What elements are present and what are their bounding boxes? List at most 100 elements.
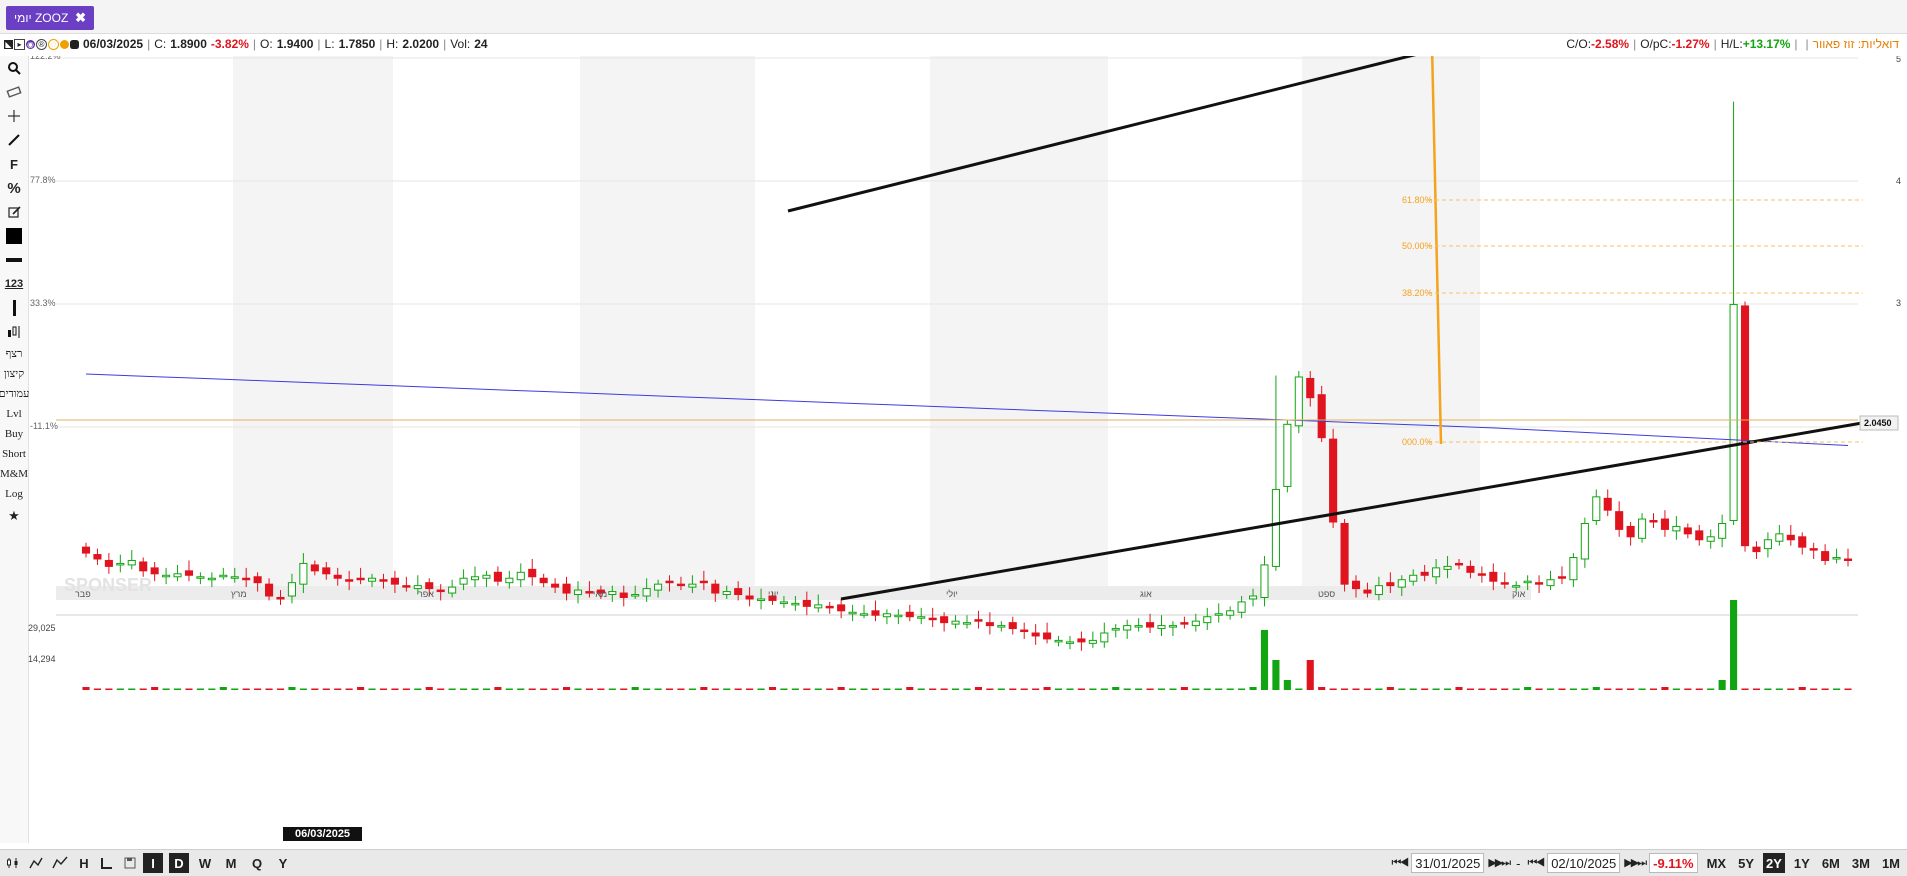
- candle-body: [1180, 622, 1189, 625]
- range-button-3m[interactable]: 3M: [1849, 853, 1873, 873]
- alert-icon[interactable]: ◌: [48, 38, 59, 50]
- bracket-button[interactable]: [97, 853, 117, 873]
- volume-bar: [494, 687, 502, 690]
- close-icon[interactable]: ✖: [75, 10, 86, 26]
- toolbar-text-button[interactable]: Log: [1, 484, 27, 504]
- vertical-line-icon[interactable]: [1, 296, 27, 320]
- search-icon[interactable]: [1, 56, 27, 80]
- chart-style-icon[interactable]: ◣: [4, 39, 13, 49]
- month-label: ספט: [1318, 589, 1335, 599]
- volume-bar: [196, 688, 204, 690]
- save-icon[interactable]: [120, 853, 140, 873]
- first-page-icon[interactable]: ⏮◀: [1392, 857, 1410, 870]
- line-chart-button[interactable]: [26, 853, 46, 873]
- line-icon[interactable]: [1, 128, 27, 152]
- candle-body: [837, 604, 846, 612]
- volume-bar: [917, 688, 925, 690]
- candle-body: [1226, 610, 1235, 616]
- period-button-w[interactable]: W: [195, 853, 215, 873]
- period-button-m[interactable]: M: [221, 853, 241, 873]
- candle-body: [448, 586, 457, 594]
- compare-icon[interactable]: ▸: [14, 38, 25, 50]
- candle-body: [1317, 394, 1326, 439]
- comment-icon[interactable]: [70, 39, 79, 49]
- toolbar-text-button[interactable]: עמודים: [0, 384, 29, 404]
- candles-icon[interactable]: [1, 320, 27, 344]
- volume-bar: [1180, 687, 1188, 690]
- volume-bar: [1421, 688, 1429, 690]
- candle-body: [1351, 580, 1361, 590]
- period-button-d[interactable]: D: [169, 853, 189, 873]
- period-button-q[interactable]: Q: [247, 853, 267, 873]
- volume-bar: [1512, 688, 1520, 690]
- toolbar-text-button[interactable]: רצף: [1, 344, 27, 364]
- indicator-icon[interactable]: ◉: [26, 39, 35, 49]
- opc-label: O/pC:: [1640, 37, 1672, 51]
- range-button-mx[interactable]: MX: [1704, 853, 1730, 873]
- price-chart-area[interactable]: 122.2% 77.8% 33.3% -11.1% 5 4 3 פבר מרץ אפר מאי יונ…: [28, 42, 1907, 843]
- color-swatch-icon[interactable]: [1, 224, 27, 248]
- hlc-button[interactable]: H: [74, 853, 94, 873]
- candle-body: [93, 554, 102, 560]
- volume-bar: [1260, 630, 1269, 690]
- numbers-icon[interactable]: 123: [1, 272, 27, 296]
- candle-body: [139, 561, 148, 572]
- area-chart-button[interactable]: [49, 853, 71, 873]
- volume-bar: [643, 688, 651, 690]
- month-label: אוג: [1140, 589, 1152, 599]
- volume-bar: [540, 688, 548, 690]
- month-label: מאי: [593, 589, 607, 599]
- start-date-field[interactable]: 31/01/2025: [1411, 853, 1485, 873]
- volume-bar: [528, 688, 536, 690]
- next-page-icon[interactable]: ▶▶⏭: [1488, 856, 1511, 870]
- volume-bar: [254, 688, 262, 690]
- range-button-1y[interactable]: 1Y: [1791, 853, 1813, 873]
- volume-bar: [1100, 688, 1108, 690]
- prev-end-icon[interactable]: ⏮◀: [1527, 857, 1545, 870]
- chart-style-button[interactable]: [3, 853, 23, 873]
- range-button-6m[interactable]: 6M: [1819, 853, 1843, 873]
- volume-bar: [1432, 688, 1440, 690]
- toolbar-text-button[interactable]: קיצון: [1, 364, 27, 384]
- period-button-y[interactable]: Y: [273, 853, 293, 873]
- range-button-1m[interactable]: 1M: [1879, 853, 1903, 873]
- candle-body: [1134, 625, 1143, 628]
- line-width-icon[interactable]: [1, 248, 27, 272]
- volume-bar: [1684, 688, 1692, 690]
- dual-listing-tag[interactable]: דואליות: זוז פאוור: [1813, 37, 1899, 51]
- volume-bar: [139, 688, 147, 690]
- percent-icon[interactable]: %: [1, 176, 27, 200]
- star-icon[interactable]: ★: [1, 504, 27, 528]
- registered-icon[interactable]: ®: [36, 38, 47, 50]
- cursor-mode-button[interactable]: I: [143, 853, 163, 873]
- volume-bar: [311, 688, 319, 690]
- volume-bar: [734, 688, 742, 690]
- candle-body: [1821, 551, 1830, 561]
- volume-bar: [1524, 687, 1532, 690]
- range-button-2y[interactable]: 2Y: [1763, 853, 1785, 873]
- toolbar-text-button[interactable]: Lvl: [1, 404, 27, 424]
- candle-body: [711, 583, 720, 594]
- volume-bar: [1375, 688, 1383, 690]
- crosshair-icon[interactable]: [1, 104, 27, 128]
- candle-body: [516, 571, 525, 581]
- candle-body: [642, 588, 651, 597]
- candle-body: [722, 591, 731, 596]
- tab-zooz-daily[interactable]: יומי ZOOZ ✖: [6, 6, 94, 30]
- toolbar-text-button[interactable]: Short: [1, 444, 27, 464]
- range-button-5y[interactable]: 5Y: [1735, 853, 1757, 873]
- candlestick-chart[interactable]: 122.2%77.8%33.3%-11.1%543פבר מרץ אפר מאי יונ…: [28, 42, 1907, 843]
- settings-icon[interactable]: [60, 39, 69, 49]
- candle-body: [1443, 565, 1452, 570]
- price-tick: 3: [1896, 298, 1901, 308]
- eraser-icon[interactable]: [1, 80, 27, 104]
- pencil-icon[interactable]: [1, 200, 27, 224]
- last-page-icon[interactable]: ▶▶⏭: [1624, 856, 1647, 870]
- volume-bar: [1741, 688, 1749, 690]
- end-date-field[interactable]: 02/10/2025: [1547, 853, 1621, 873]
- toolbar-text-button[interactable]: M&M: [0, 464, 28, 484]
- toolbar-text-button[interactable]: Buy: [1, 424, 27, 444]
- volume-bar: [894, 688, 902, 690]
- candle-body: [985, 622, 994, 627]
- fibonacci-icon[interactable]: F: [1, 152, 27, 176]
